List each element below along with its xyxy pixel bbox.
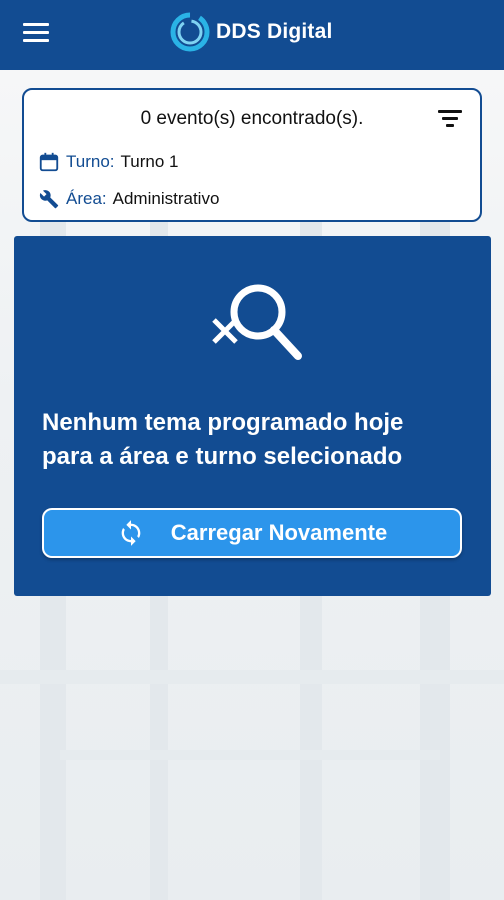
filter-line-2 [442,117,458,120]
wrench-icon [39,190,59,209]
filter-line-1 [438,110,462,113]
app-header: DDS Digital [0,0,504,70]
empty-message-line-1: Nenhum tema programado hoje [42,409,404,436]
sync-icon [121,520,141,546]
menu-button[interactable] [18,18,54,48]
area-label: Área: [66,189,107,208]
menu-icon-bar-3 [23,39,49,42]
empty-state-panel: Nenhum tema programado hoje para a área … [14,236,491,596]
search-off-icon [212,284,302,360]
filter-summary-card: 0 evento(s) encontrado(s). Turno: Turno … [22,88,482,222]
reload-button-label: Carregar Novamente [170,520,388,545]
menu-icon-bar-1 [23,23,49,26]
empty-message-line-2: para a área e turno selecionado [42,443,403,470]
menu-icon-bar-2 [23,31,49,34]
filter-list-icon[interactable] [438,105,466,131]
result-count: 0 evento(s) encontrado(s). [140,108,364,129]
reload-button[interactable]: Carregar Novamente [42,508,462,558]
shift-label: Turno: [66,152,115,171]
shift-value: Turno 1 [120,152,179,171]
logo-ring-icon [170,12,210,52]
empty-state-message: Nenhum tema programado hoje para a área … [42,406,472,474]
filter-line-3 [446,124,454,127]
area-row: Área: Administrativo [38,186,219,212]
app-logo: DDS Digital [168,8,333,56]
shift-row: Turno: Turno 1 [38,149,178,175]
app-title: DDS Digital [216,20,333,43]
calendar-icon [39,152,59,172]
area-value: Administrativo [112,189,220,208]
